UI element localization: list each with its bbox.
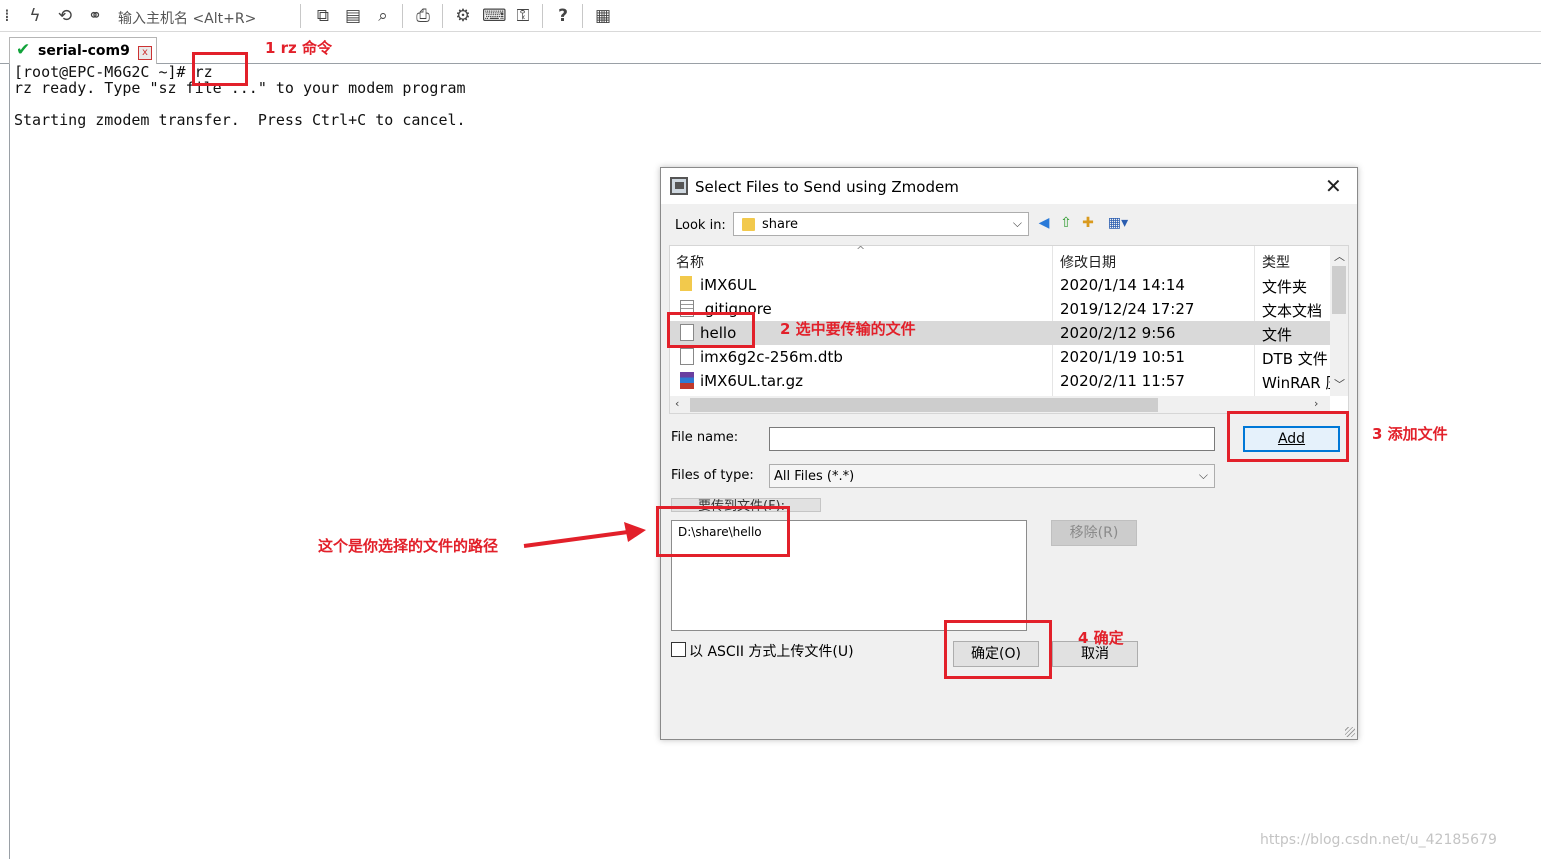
tab-serial-com9[interactable]: ✔ serial-com9 x bbox=[9, 37, 157, 64]
watermark: https://blog.csdn.net/u_42185679 bbox=[1260, 832, 1497, 848]
copy-icon[interactable]: ⧉ bbox=[312, 5, 334, 27]
file-type: 文本文档 bbox=[1262, 302, 1323, 320]
annotation-box-hello bbox=[667, 312, 755, 348]
toolbar-divider bbox=[582, 4, 583, 28]
column-header-date[interactable]: 修改日期 bbox=[1060, 252, 1116, 272]
terminal-line: Starting zmodem transfer. Press Ctrl+C t… bbox=[14, 111, 466, 129]
annotation-step4: 4 确定 bbox=[1078, 629, 1124, 647]
column-header-type[interactable]: 类型 bbox=[1262, 252, 1290, 272]
file-type: WinRAR 压 bbox=[1262, 374, 1341, 392]
file-type-value: All Files (*.*) bbox=[774, 469, 855, 484]
file-type: 文件夹 bbox=[1262, 278, 1308, 296]
dialog-titlebar: Select Files to Send using Zmodem ✕ bbox=[661, 168, 1357, 204]
file-row-selected[interactable]: hello 2020/2/12 9:56 文件 bbox=[670, 321, 1330, 345]
look-in-select[interactable]: share ⌵ bbox=[733, 212, 1029, 236]
terminal-border bbox=[9, 64, 10, 859]
find-icon[interactable]: ⌕ bbox=[372, 5, 394, 27]
remove-button[interactable]: 移除(R) bbox=[1051, 520, 1137, 546]
scroll-thumb[interactable] bbox=[690, 398, 1158, 412]
annotation-path-note: 这个是你选择的文件的路径 bbox=[318, 537, 499, 555]
column-header-name[interactable]: 名称 bbox=[676, 252, 704, 272]
settings-icon[interactable]: ⚙ bbox=[452, 5, 474, 27]
annotation-box-path bbox=[656, 506, 790, 557]
scroll-left-icon[interactable]: ‹ bbox=[675, 397, 679, 410]
file-type-select[interactable]: All Files (*.*) ⌵ bbox=[769, 464, 1215, 488]
tree-icon[interactable]: ⁞ bbox=[0, 5, 18, 27]
reconnect-icon[interactable]: ⟲ bbox=[54, 5, 76, 27]
map-icon[interactable]: ▦ bbox=[592, 5, 614, 27]
chevron-down-icon: ⌵ bbox=[1012, 216, 1022, 230]
annotation-step3: 3 添加文件 bbox=[1372, 425, 1448, 443]
folder-icon bbox=[680, 276, 692, 291]
close-icon[interactable]: ✕ bbox=[1325, 174, 1342, 198]
vertical-scrollbar[interactable]: ︿ ﹀ bbox=[1330, 246, 1348, 396]
annotation-step1: 1 rz 命令 bbox=[265, 39, 333, 57]
keyboard-icon[interactable]: ⌨ bbox=[482, 5, 507, 27]
annotation-box-add bbox=[1227, 411, 1349, 462]
file-name: imx6g2c-256m.dtb bbox=[700, 348, 843, 366]
connected-check-icon: ✔ bbox=[16, 40, 31, 60]
view-menu-icon[interactable]: ▦▾ bbox=[1103, 214, 1133, 232]
toolbar-divider bbox=[542, 4, 543, 28]
lightning-icon[interactable]: ϟ bbox=[24, 5, 46, 27]
dialog-title: Select Files to Send using Zmodem bbox=[695, 178, 959, 196]
paste-icon[interactable]: ▤ bbox=[342, 5, 364, 27]
folder-icon bbox=[742, 218, 755, 231]
file-row[interactable]: .gitignore 2019/12/24 17:27 文本文档 bbox=[670, 297, 1330, 321]
keymap-icon[interactable]: ⚿ bbox=[512, 5, 534, 27]
file-row[interactable]: iMX6UL.tar.gz 2020/2/11 11:57 WinRAR 压 bbox=[670, 369, 1340, 393]
annotation-step2: 2 选中要传输的文件 bbox=[780, 320, 916, 338]
file-type: 文件 bbox=[1262, 326, 1293, 344]
scroll-up-icon[interactable]: ︿ bbox=[1334, 248, 1345, 264]
tab-label: serial-com9 bbox=[38, 43, 130, 59]
file-name: iMX6UL.tar.gz bbox=[700, 372, 804, 390]
toolbar-divider bbox=[300, 4, 301, 28]
look-in-value: share bbox=[762, 217, 799, 232]
back-icon[interactable]: ◀ bbox=[1035, 214, 1053, 232]
ascii-label: 以 ASCII 方式上传文件(U) bbox=[689, 644, 854, 660]
ascii-checkbox[interactable] bbox=[671, 642, 686, 657]
toolbar: ⁞ ϟ ⟲ ⚭ 输入主机名 <Alt+R> ⧉ ▤ ⌕ ⎙ ⚙ ⌨ ⚿ ? ▦ bbox=[0, 0, 1541, 32]
file-date: 2020/2/11 11:57 bbox=[1060, 372, 1185, 390]
file-row[interactable]: iMX6UL 2020/1/14 14:14 文件夹 bbox=[670, 273, 1330, 297]
file-name-input[interactable] bbox=[769, 427, 1215, 451]
annotation-box-ok bbox=[944, 620, 1052, 679]
window-icon bbox=[670, 177, 688, 195]
chevron-down-icon: ⌵ bbox=[1198, 468, 1208, 482]
print-icon[interactable]: ⎙ bbox=[412, 5, 434, 27]
scroll-down-icon[interactable]: ﹀ bbox=[1334, 376, 1345, 392]
archive-icon bbox=[680, 372, 694, 389]
toolbar-divider bbox=[402, 4, 403, 28]
scroll-right-icon[interactable]: › bbox=[1314, 397, 1318, 410]
file-icon bbox=[680, 348, 694, 365]
up-folder-icon[interactable]: ⇧ bbox=[1057, 214, 1075, 232]
tab-close-icon[interactable]: x bbox=[138, 46, 152, 60]
host-input[interactable]: 输入主机名 <Alt+R> bbox=[118, 8, 256, 28]
file-type: DTB 文件 bbox=[1262, 350, 1328, 368]
annotation-arrow-icon bbox=[523, 522, 646, 548]
file-name: iMX6UL bbox=[700, 276, 757, 294]
new-folder-icon[interactable]: ✚ bbox=[1079, 214, 1097, 232]
sort-ascending-icon: ^ bbox=[856, 245, 866, 257]
look-in-label: Look in: bbox=[675, 218, 726, 233]
file-date: 2020/1/19 10:51 bbox=[1060, 348, 1185, 366]
file-name-label: File name: bbox=[671, 430, 739, 445]
toolbar-divider bbox=[442, 4, 443, 28]
link-icon[interactable]: ⚭ bbox=[84, 5, 106, 27]
file-date: 2020/2/12 9:56 bbox=[1060, 324, 1176, 342]
file-type-label: Files of type: bbox=[671, 468, 754, 483]
file-row[interactable]: imx6g2c-256m.dtb 2020/1/19 10:51 DTB 文件 bbox=[670, 345, 1330, 369]
help-icon[interactable]: ? bbox=[552, 5, 574, 27]
annotation-box-rz bbox=[192, 52, 248, 86]
scroll-thumb[interactable] bbox=[1332, 266, 1346, 314]
file-list[interactable]: 名称 修改日期 类型 ^ iMX6UL 2020/1/14 14:14 文件夹 … bbox=[669, 245, 1349, 414]
resize-grip-icon[interactable] bbox=[1345, 727, 1355, 737]
file-date: 2019/12/24 17:27 bbox=[1060, 300, 1195, 318]
file-date: 2020/1/14 14:14 bbox=[1060, 276, 1185, 294]
